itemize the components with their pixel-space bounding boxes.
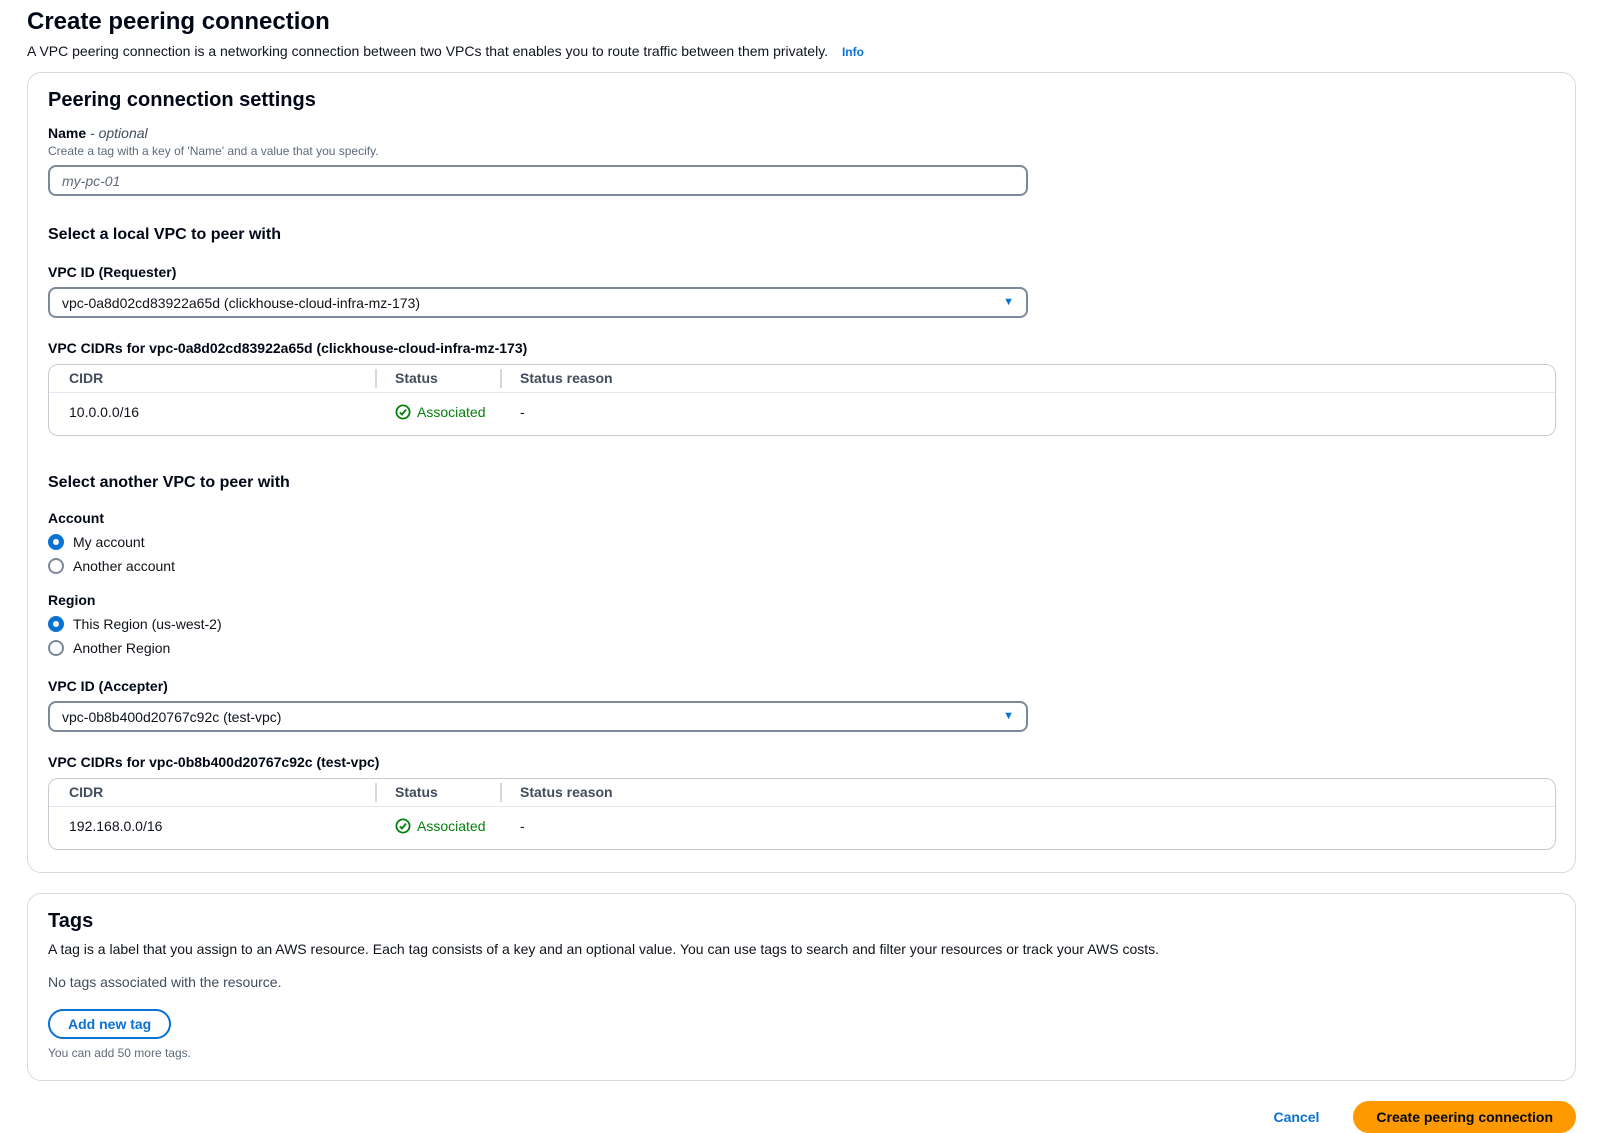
page-description-text: A VPC peering connection is a networking… <box>27 43 828 59</box>
status-text: Associated <box>417 818 485 834</box>
vpc-id-requester-select[interactable]: vpc-0a8d02cd83922a65d (clickhouse-cloud-… <box>48 287 1028 318</box>
column-header-status-reason: Status reason <box>500 365 1555 392</box>
tags-heading: Tags <box>48 910 1555 933</box>
add-new-tag-button[interactable]: Add new tag <box>48 1009 171 1039</box>
radio-option-another-account[interactable]: Another account <box>48 558 175 574</box>
radio-unselected-icon[interactable] <box>48 558 64 574</box>
column-header-status-reason: Status reason <box>500 779 1555 806</box>
success-check-icon <box>395 818 411 834</box>
accepter-cidr-table: CIDR Status Status reason 192.168.0.0/16… <box>48 778 1556 850</box>
chevron-down-icon: ▼ <box>1003 711 1014 722</box>
table-row: 10.0.0.0/16 Associated - <box>49 393 1555 435</box>
create-peering-connection-page: Create peering connection A VPC peering … <box>0 0 1600 1133</box>
status-cell: Associated <box>375 393 500 435</box>
chevron-down-icon: ▼ <box>1003 297 1014 308</box>
column-header-cidr: CIDR <box>49 779 375 806</box>
cidr-cell: 192.168.0.0/16 <box>49 807 375 849</box>
radio-label: My account <box>73 534 145 550</box>
radio-label: Another Region <box>73 640 170 656</box>
local-vpc-heading: Select a local VPC to peer with <box>48 226 1555 244</box>
accepter-cidrs-label: VPC CIDRs for vpc-0b8b400d20767c92c (tes… <box>48 754 1555 770</box>
info-link[interactable]: Info <box>842 45 864 59</box>
requester-cidr-table: CIDR Status Status reason 10.0.0.0/16 As… <box>48 364 1556 436</box>
vpc-id-requester-value: vpc-0a8d02cd83922a65d (clickhouse-cloud-… <box>62 295 420 311</box>
status-text: Associated <box>417 404 485 420</box>
radio-selected-icon[interactable] <box>48 534 64 550</box>
status-reason-cell: - <box>500 807 1555 849</box>
vpc-id-accepter-select[interactable]: vpc-0b8b400d20767c92c (test-vpc) ▼ <box>48 701 1028 732</box>
table-row: 192.168.0.0/16 Associated - <box>49 807 1555 849</box>
create-peering-connection-button[interactable]: Create peering connection <box>1353 1101 1576 1133</box>
column-header-status: Status <box>375 779 500 806</box>
name-input[interactable] <box>48 165 1028 196</box>
footer-actions: Cancel Create peering connection <box>27 1101 1576 1133</box>
account-label: Account <box>48 510 1555 526</box>
radio-option-this-region[interactable]: This Region (us-west-2) <box>48 616 222 632</box>
radio-label: Another account <box>73 558 175 574</box>
name-label: Name - optional <box>48 125 1555 141</box>
other-vpc-heading: Select another VPC to peer with <box>48 474 1555 492</box>
tags-card: Tags A tag is a label that you assign to… <box>27 893 1576 1081</box>
name-help-text: Create a tag with a key of 'Name' and a … <box>48 144 1555 158</box>
requester-cidrs-label: VPC CIDRs for vpc-0a8d02cd83922a65d (cli… <box>48 340 1555 356</box>
cidr-cell: 10.0.0.0/16 <box>49 393 375 435</box>
column-header-cidr: CIDR <box>49 365 375 392</box>
table-header-row: CIDR Status Status reason <box>49 365 1555 393</box>
page-description: A VPC peering connection is a networking… <box>27 43 1576 59</box>
radio-option-my-account[interactable]: My account <box>48 534 145 550</box>
radio-unselected-icon[interactable] <box>48 640 64 656</box>
status-cell: Associated <box>375 807 500 849</box>
table-header-row: CIDR Status Status reason <box>49 779 1555 807</box>
settings-heading: Peering connection settings <box>48 89 1555 112</box>
tags-remaining-text: You can add 50 more tags. <box>48 1046 1555 1060</box>
tags-description: A tag is a label that you assign to an A… <box>48 941 1555 957</box>
tags-empty-text: No tags associated with the resource. <box>48 974 1555 990</box>
success-check-icon <box>395 404 411 420</box>
column-header-status: Status <box>375 365 500 392</box>
radio-selected-icon[interactable] <box>48 616 64 632</box>
peering-connection-settings-card: Peering connection settings Name - optio… <box>27 72 1576 873</box>
cancel-button[interactable]: Cancel <box>1267 1108 1325 1126</box>
vpc-id-requester-label: VPC ID (Requester) <box>48 264 1555 280</box>
vpc-id-accepter-value: vpc-0b8b400d20767c92c (test-vpc) <box>62 709 281 725</box>
radio-label: This Region (us-west-2) <box>73 616 222 632</box>
name-optional-hint: - optional <box>90 125 148 141</box>
status-reason-cell: - <box>500 393 1555 435</box>
region-label: Region <box>48 592 1555 608</box>
page-title: Create peering connection <box>27 8 1576 36</box>
radio-option-another-region[interactable]: Another Region <box>48 640 170 656</box>
vpc-id-accepter-label: VPC ID (Accepter) <box>48 678 1555 694</box>
